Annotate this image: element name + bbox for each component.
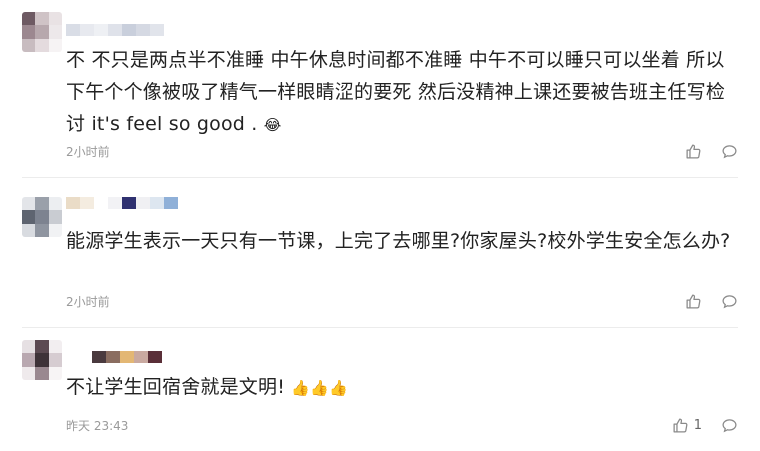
comment-text: 能源学生表示一天只有一节课，上完了去哪里?你家屋头?校外学生安全怎么办? [66, 230, 731, 252]
comment-actions: 1 [672, 416, 738, 434]
like-count: 1 [693, 417, 702, 433]
thumbs-up-icon[interactable] [684, 142, 702, 160]
thumbs-up-icon[interactable] [672, 416, 690, 434]
comment-item: 不让学生回宿舍就是文明! 👍👍👍 昨天 23:43 1 [0, 327, 760, 451]
comment-time: 2小时前 [66, 145, 110, 159]
comment-bubble-icon[interactable] [720, 292, 738, 310]
like-button[interactable]: 1 [672, 416, 702, 434]
comment-item: 能源学生表示一天只有一节课，上完了去哪里?你家屋头?校外学生安全怎么办? 2小时… [0, 177, 760, 327]
thumbs-up-emoji: 👍👍👍 [291, 378, 348, 397]
comment-text: 不让学生回宿舍就是文明! 👍👍👍 [66, 371, 738, 404]
laughing-emoji: 😂 [263, 115, 282, 134]
thumbs-up-icon[interactable] [684, 292, 702, 310]
avatar[interactable] [22, 197, 62, 237]
comment-time: 昨天 23:43 [66, 419, 129, 433]
username[interactable] [66, 24, 164, 36]
username[interactable] [92, 351, 162, 363]
comment-item: 不 不只是两点半不准睡 中午休息时间都不准睡 中午不可以睡只可以坐着 所以下午个… [0, 0, 760, 177]
username[interactable] [66, 197, 178, 209]
comment-bubble-icon[interactable] [720, 416, 738, 434]
comment-time: 2小时前 [66, 295, 110, 309]
comment-text: 不 不只是两点半不准睡 中午休息时间都不准睡 中午不可以睡只可以坐着 所以下午个… [66, 44, 738, 141]
avatar[interactable] [22, 12, 62, 52]
comment-bubble-icon[interactable] [720, 142, 738, 160]
comment-actions [684, 142, 738, 160]
comment-actions [684, 292, 738, 310]
avatar[interactable] [22, 340, 62, 380]
